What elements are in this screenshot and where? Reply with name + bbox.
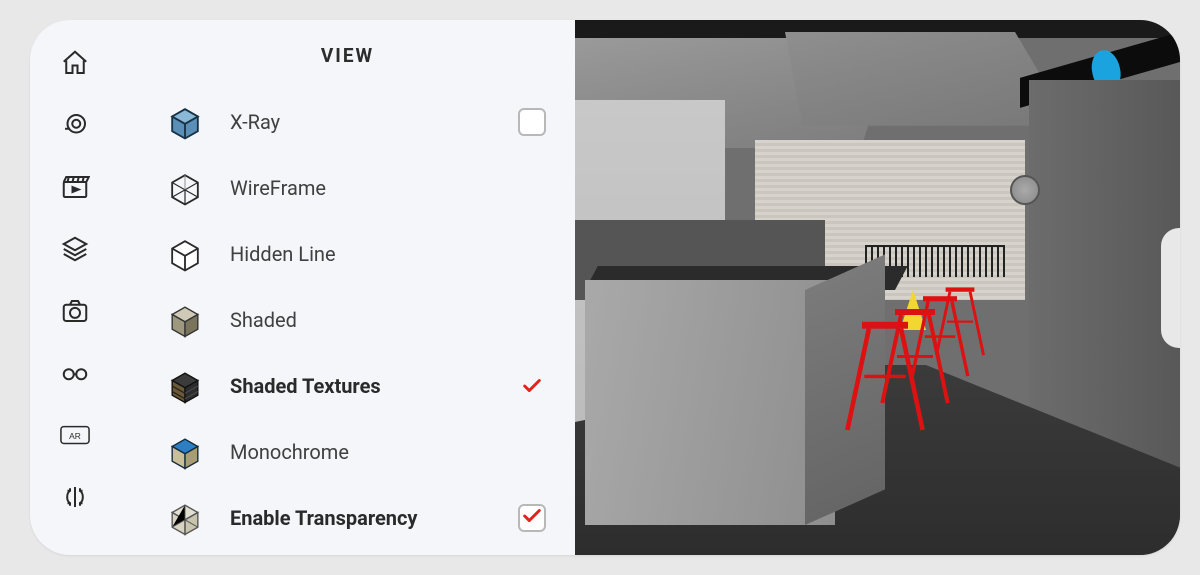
layers-icon [60, 234, 90, 268]
home-indicator-cutout [1161, 228, 1180, 348]
scene-render [575, 20, 1180, 555]
xray-cube-icon [162, 99, 208, 145]
transparency-cube-icon [162, 495, 208, 541]
check-icon [521, 505, 543, 531]
tape-measure-icon [60, 110, 90, 144]
panel-title: VIEW [120, 44, 575, 67]
layers-button[interactable] [56, 234, 94, 268]
style-label: Shaded Textures [230, 374, 495, 398]
svg-text:AR: AR [69, 431, 81, 441]
xray-checkbox[interactable] [517, 107, 547, 137]
shaded-cube-icon [162, 297, 208, 343]
style-item-shaded[interactable]: Shaded [162, 287, 547, 353]
style-item-monochrome[interactable]: Monochrome [162, 419, 547, 485]
style-item-hidden-line[interactable]: Hidden Line [162, 221, 547, 287]
monochrome-cube-icon [162, 429, 208, 475]
model-viewport[interactable] [575, 20, 1180, 555]
ar-icon: AR [60, 420, 90, 454]
hiddenline-cube-icon [162, 231, 208, 277]
glasses-icon [60, 358, 90, 392]
styles-button[interactable] [56, 358, 94, 392]
style-item-xray[interactable]: X-Ray [162, 89, 547, 155]
clapper-icon [60, 172, 90, 206]
home-button[interactable] [56, 48, 94, 82]
style-item-wireframe[interactable]: WireFrame [162, 155, 547, 221]
style-label: Shaded [230, 308, 495, 332]
style-item-enable-transparency[interactable]: Enable Transparency [162, 485, 547, 551]
style-label: Monochrome [230, 440, 495, 464]
style-label: Hidden Line [230, 242, 495, 266]
style-label: WireFrame [230, 176, 495, 200]
transparency-checkbox[interactable] [517, 503, 547, 533]
wireframe-cube-icon [162, 165, 208, 211]
shaded-textures-cube-icon [162, 363, 208, 409]
scenes-button[interactable] [56, 172, 94, 206]
ar-button[interactable]: AR [56, 420, 94, 454]
style-item-shaded-textures[interactable]: Shaded Textures [162, 353, 547, 419]
selected-check-icon [517, 371, 547, 401]
flip-icon [60, 482, 90, 516]
home-icon [60, 48, 90, 82]
left-toolbar: AR [30, 20, 120, 555]
view-panel: VIEW X-Ray WireFrame [120, 20, 575, 555]
tape-measure-button[interactable] [56, 110, 94, 144]
device-frame: AR VIEW X-Ray [30, 20, 1180, 555]
flip-button[interactable] [56, 482, 94, 516]
view-style-list: X-Ray WireFrame Hidden Lin [120, 89, 575, 551]
style-label: Enable Transparency [230, 506, 495, 530]
camera-button[interactable] [56, 296, 94, 330]
camera-icon [60, 296, 90, 330]
style-label: X-Ray [230, 110, 495, 134]
